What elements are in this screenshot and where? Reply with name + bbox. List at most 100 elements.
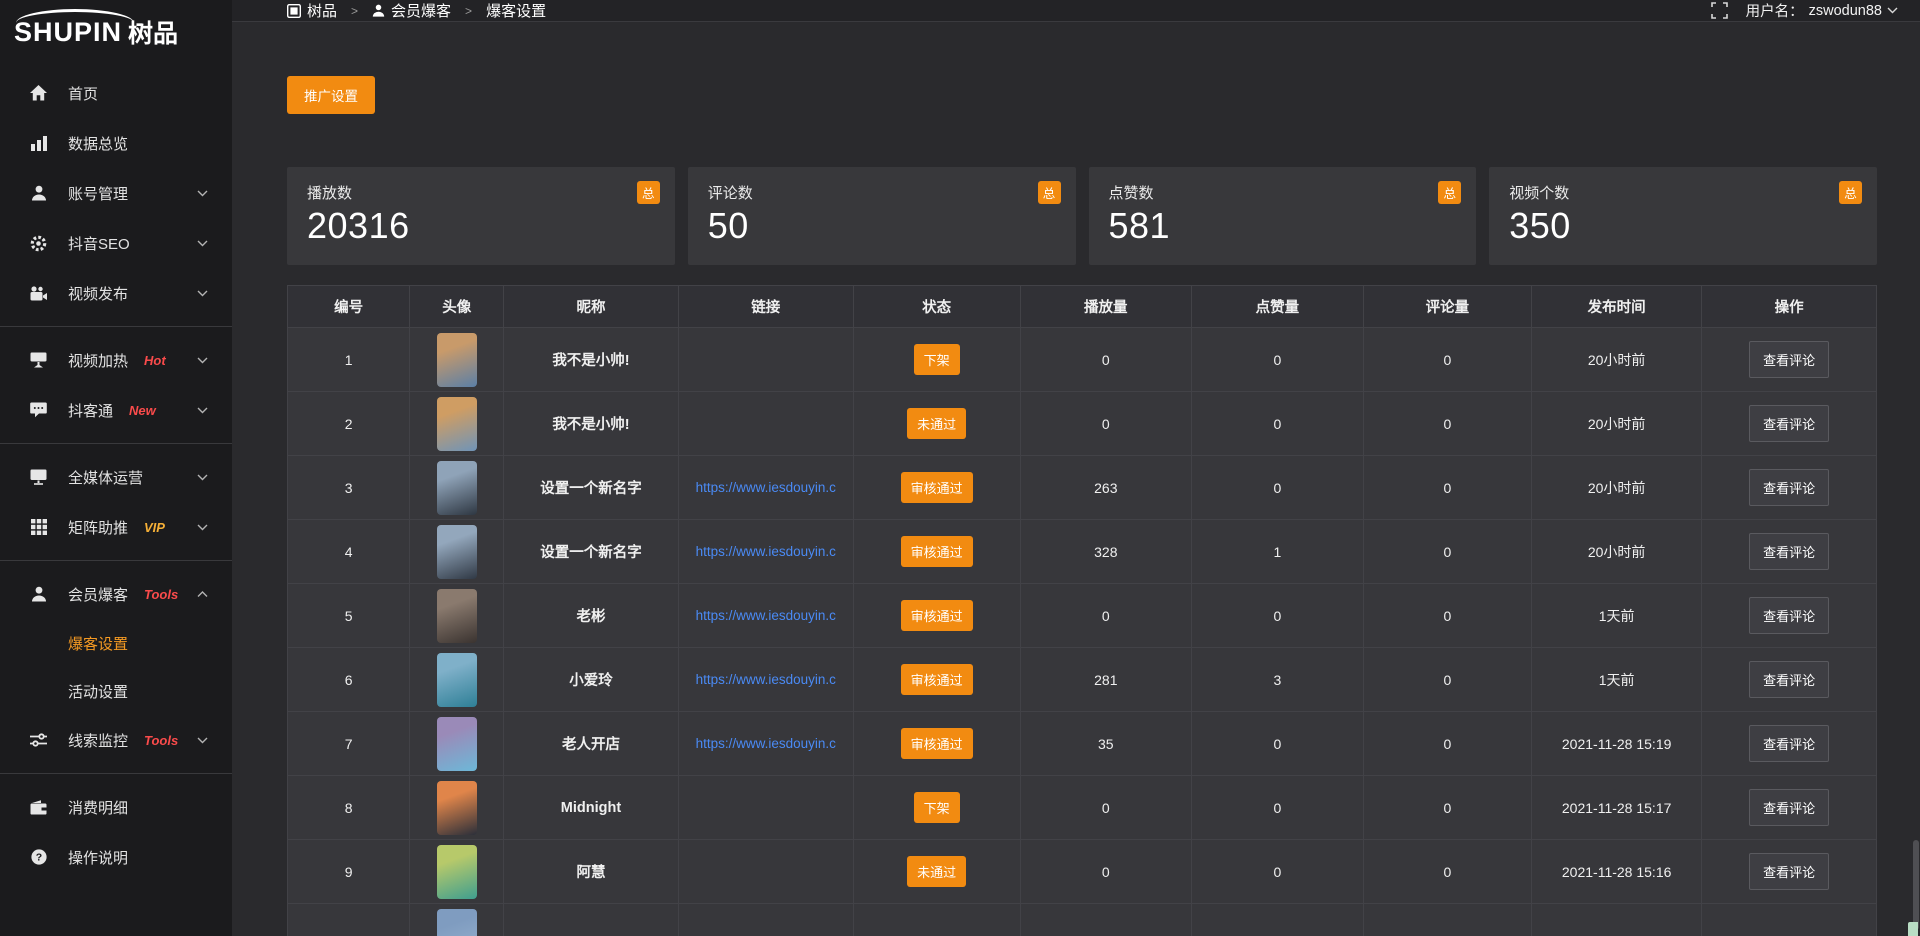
chevron-down-icon [197,407,208,414]
sidebar-divider [0,326,232,327]
view-comments-button[interactable]: 查看评论 [1749,853,1829,890]
sidebar-item-label: 会员爆客 [68,584,128,605]
status-badge: 审核通过 [901,600,973,631]
view-comments-button[interactable]: 查看评论 [1749,533,1829,570]
chevron-down-icon [197,524,208,531]
sidebar-item-首页[interactable]: 首页 [0,68,232,118]
sidebar-item-操作说明[interactable]: ? 操作说明 [0,832,232,882]
scrollbar-thumb[interactable] [1913,840,1919,930]
cell-likes: 0 [1192,584,1364,648]
fullscreen-icon[interactable] [1711,2,1728,19]
chevron-down-icon [197,737,208,744]
cell-comments: 0 [1363,520,1531,584]
cell-likes: 0 [1192,776,1364,840]
username-dropdown[interactable]: 用户名：zswodun88 [1746,0,1898,21]
cell-publish-time: 20小时前 [1532,328,1702,392]
avatar [437,909,477,936]
sidebar-subitem-爆客设置[interactable]: 爆客设置 [0,619,232,667]
stat-total-badge[interactable]: 总 [1438,181,1461,204]
sidebar-item-label: 视频加热 [68,350,128,371]
video-link[interactable]: https://www.iesdouyin.c [687,544,845,559]
breadcrumb-item-爆客设置[interactable]: 爆客设置 [486,0,546,21]
app-window: SHUPIN 树品 首页 数据总览 账号管理 抖音SEO 视频发布 视频加热 [0,0,1920,936]
sidebar-divider [0,773,232,774]
breadcrumb-item-树品[interactable]: 树品 [287,0,337,21]
stat-total-badge[interactable]: 总 [637,181,660,204]
screen-icon [30,352,47,369]
sidebar-item-全媒体运营[interactable]: 全媒体运营 [0,452,232,502]
video-link[interactable]: https://www.iesdouyin.c [687,608,845,623]
cell-plays: 0 [1020,776,1192,840]
cell-likes: 0 [1192,712,1364,776]
video-link[interactable]: https://www.iesdouyin.c [687,480,845,495]
status-badge: 审核通过 [901,536,973,567]
sidebar-subitem-活动设置[interactable]: 活动设置 [0,667,232,715]
sidebar-item-视频加热[interactable]: 视频加热 Hot [0,335,232,385]
cell-index [288,904,410,936]
sidebar-item-消费明细[interactable]: 消费明细 [0,782,232,832]
chevron-down-icon [1887,7,1898,14]
sidebar-item-矩阵助推[interactable]: 矩阵助推 VIP [0,502,232,552]
home-icon [30,85,47,102]
sidebar-item-线索监控[interactable]: 线索监控 Tools [0,715,232,765]
stat-card-点赞数: 点赞数 581 总 [1089,167,1477,265]
cell-nickname: 设置一个新名字 [504,456,679,520]
stat-value: 581 [1109,205,1457,247]
column-header-操作: 操作 [1702,286,1877,328]
table-row: 8 Midnight 下架 0 0 0 2021-11-28 15:17 查看评… [288,776,1877,840]
stat-label: 视频个数 [1509,182,1857,203]
sidebar-item-数据总览[interactable]: 数据总览 [0,118,232,168]
table-row: 2 我不是小帅! 未通过 0 0 0 20小时前 查看评论 [288,392,1877,456]
question-circle-icon: ? [30,849,47,866]
cell-plays: 0 [1020,328,1192,392]
breadcrumb: 树品>会员爆客>爆客设置 [287,0,546,21]
view-comments-button[interactable]: 查看评论 [1749,405,1829,442]
stat-label: 点赞数 [1109,182,1457,203]
cell-index: 2 [288,392,410,456]
video-link[interactable]: https://www.iesdouyin.c [687,672,845,687]
cell-comments: 0 [1363,776,1531,840]
promo-settings-button[interactable]: 推广设置 [287,76,375,114]
column-header-点赞量: 点赞量 [1192,286,1364,328]
cell-likes: 1 [1192,520,1364,584]
sidebar-item-账号管理[interactable]: 账号管理 [0,168,232,218]
stat-cards: 播放数 20316 总 评论数 50 总 点赞数 581 总 视频个数 350 … [287,167,1877,265]
sidebar-item-label: 首页 [68,83,98,104]
cell-plays: 0 [1020,840,1192,904]
cell-publish-time: 20小时前 [1532,456,1702,520]
view-comments-button[interactable]: 查看评论 [1749,789,1829,826]
sliders-icon [30,732,47,749]
cell-likes: 0 [1192,456,1364,520]
sidebar-item-视频发布[interactable]: 视频发布 [0,268,232,318]
cell-publish-time: 1天前 [1532,648,1702,712]
view-comments-button[interactable]: 查看评论 [1749,725,1829,762]
cell-comments: 0 [1363,840,1531,904]
chat-icon [30,402,47,419]
cell-nickname: 老彬 [504,584,679,648]
column-header-播放量: 播放量 [1020,286,1192,328]
view-comments-button[interactable]: 查看评论 [1749,597,1829,634]
cell-publish-time: 2021-11-28 15:17 [1532,776,1702,840]
stat-total-badge[interactable]: 总 [1038,181,1061,204]
floating-widget-sliver[interactable] [1908,922,1918,936]
view-comments-button[interactable]: 查看评论 [1749,469,1829,506]
scrollbar[interactable] [1912,0,1920,936]
stat-total-badge[interactable]: 总 [1839,181,1862,204]
sidebar-item-抖客通[interactable]: 抖客通 New [0,385,232,435]
table-row: 3 设置一个新名字 https://www.iesdouyin.c 审核通过 2… [288,456,1877,520]
view-comments-button[interactable]: 查看评论 [1749,341,1829,378]
cell-comments: 0 [1363,648,1531,712]
stat-card-播放数: 播放数 20316 总 [287,167,675,265]
table-row: 9 阿慧 未通过 0 0 0 2021-11-28 15:16 查看评论 [288,840,1877,904]
breadcrumb-label: 树品 [307,0,337,21]
video-link[interactable]: https://www.iesdouyin.c [687,736,845,751]
sidebar-item-label: 账号管理 [68,183,128,204]
column-header-评论量: 评论量 [1363,286,1531,328]
breadcrumb-item-会员爆客[interactable]: 会员爆客 [372,0,451,21]
view-comments-button[interactable]: 查看评论 [1749,661,1829,698]
brand-logo[interactable]: SHUPIN 树品 [0,8,232,56]
table-row: 4 设置一个新名字 https://www.iesdouyin.c 审核通过 3… [288,520,1877,584]
cell-publish-time [1532,904,1702,936]
sidebar-item-抖音SEO[interactable]: 抖音SEO [0,218,232,268]
sidebar-item-会员爆客[interactable]: 会员爆客 Tools [0,569,232,619]
